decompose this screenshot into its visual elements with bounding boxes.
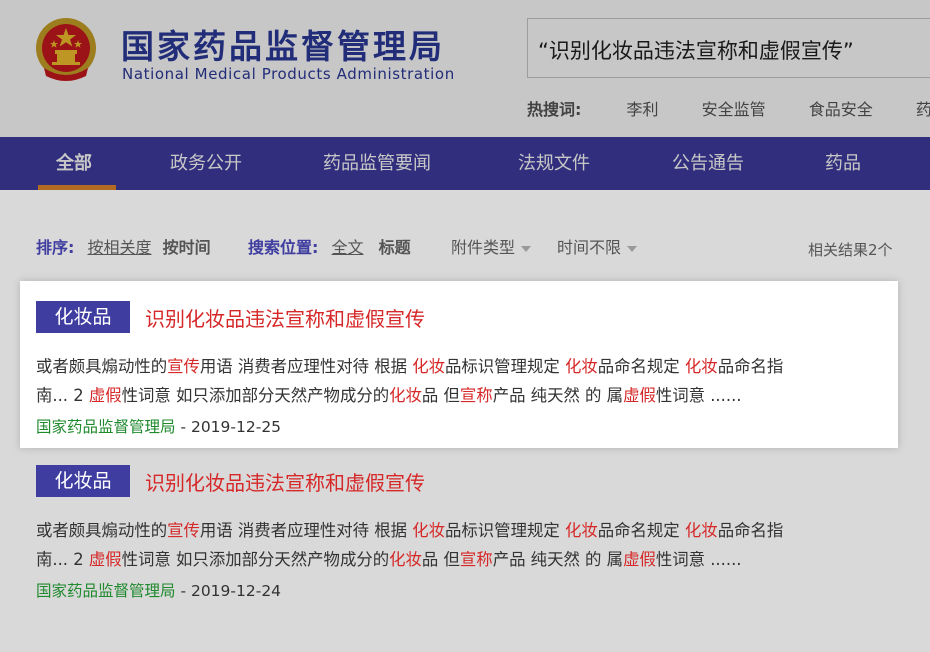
search-input[interactable]: “识别化妆品违法宣称和虚假宣传” bbox=[527, 18, 930, 78]
result-date: - 2019-12-24 bbox=[175, 582, 282, 600]
snippet-text: 南... 2 bbox=[36, 386, 89, 405]
keyword-highlight: 化妆 bbox=[684, 521, 718, 540]
hot-word-link[interactable]: 药品 bbox=[916, 100, 930, 119]
snippet-text: 品标识管理规定 bbox=[445, 521, 565, 540]
snippet-text: 产品 纯天然 的 属 bbox=[492, 550, 624, 569]
snippet-text: 性词意 如只添加部分天然产物成分的 bbox=[121, 550, 390, 569]
keyword-highlight: 虚假 bbox=[623, 550, 656, 569]
site-header: 国家药品监督管理局 National Medical Products Admi… bbox=[0, 0, 930, 137]
search-position-label: 搜索位置: bbox=[248, 238, 319, 257]
keyword-highlight: 虚假 bbox=[88, 386, 122, 405]
result-meta: 国家药品监督管理局 - 2019-12-25 bbox=[36, 415, 281, 437]
attachment-type-dropdown[interactable]: 附件类型 bbox=[451, 234, 532, 258]
search-result-card: 化妆品 识别化妆品违法宣称和虚假宣传 或者颇具煽动性的宣传用语 消费者应理性对待… bbox=[20, 281, 898, 448]
national-emblem-icon bbox=[36, 18, 96, 81]
site-title[interactable]: 国家药品监督管理局 bbox=[121, 20, 445, 68]
nav-tab-all[interactable]: 全部 bbox=[56, 137, 92, 190]
keyword-highlight: 化妆 bbox=[684, 357, 718, 376]
keyword-highlight: 宣称 bbox=[459, 386, 493, 405]
keyword-highlight: 化妆 bbox=[389, 550, 422, 569]
result-snippet-line: 南... 2 虚假性词意 如只添加部分天然产物成分的化妆品 但宣称产品 纯天然 … bbox=[36, 381, 742, 410]
nav-tab-announcements[interactable]: 公告通告 bbox=[672, 137, 744, 190]
sort-by-time[interactable]: 按时间 bbox=[163, 238, 211, 257]
snippet-text: 性词意 ...... bbox=[655, 386, 742, 405]
position-title[interactable]: 标题 bbox=[379, 238, 411, 257]
snippet-text: 品命名规定 bbox=[597, 357, 685, 376]
nav-tab-regulations[interactable]: 法规文件 bbox=[518, 137, 590, 190]
sort-filter: 排序: 按相关度 按时间 bbox=[36, 234, 211, 258]
keyword-highlight: 虚假 bbox=[88, 550, 122, 569]
snippet-text: 南... 2 bbox=[36, 550, 89, 569]
keyword-highlight: 宣传 bbox=[167, 357, 200, 376]
snippet-text: 品命名指 bbox=[717, 521, 784, 540]
attachment-type-label: 附件类型 bbox=[451, 238, 516, 257]
sort-label: 排序: bbox=[36, 238, 75, 257]
snippet-text: 性词意 ...... bbox=[655, 550, 742, 569]
keyword-highlight: 虚假 bbox=[623, 386, 656, 405]
nav-tab-drugs[interactable]: 药品 bbox=[825, 137, 861, 190]
result-source[interactable]: 国家药品监督管理局 bbox=[36, 418, 176, 436]
result-count: 相关结果2个 bbox=[808, 241, 893, 259]
hot-word-link[interactable]: 李利 bbox=[627, 100, 659, 119]
search-result-card: 化妆品 识别化妆品违法宣称和虚假宣传 或者颇具煽动性的宣传用语 消费者应理性对待… bbox=[20, 448, 898, 608]
keyword-highlight: 宣传 bbox=[167, 521, 200, 540]
snippet-text: 用语 消费者应理性对待 根据 bbox=[199, 357, 413, 376]
hot-word-link[interactable]: 食品安全 bbox=[809, 100, 873, 119]
result-date: - 2019-12-25 bbox=[175, 418, 282, 436]
main-nav: 全部 政务公开 药品监管要闻 法规文件 公告通告 药品 bbox=[0, 137, 930, 190]
position-full-text[interactable]: 全文 bbox=[332, 238, 364, 257]
result-meta: 国家药品监督管理局 - 2019-12-24 bbox=[36, 579, 281, 601]
keyword-highlight: 化妆 bbox=[412, 357, 446, 376]
nav-tab-drug-news[interactable]: 药品监管要闻 bbox=[323, 137, 431, 190]
keyword-highlight: 化妆 bbox=[564, 357, 598, 376]
snippet-text: 产品 纯天然 的 属 bbox=[492, 386, 624, 405]
sort-by-relevance[interactable]: 按相关度 bbox=[88, 238, 152, 257]
snippet-text: 用语 消费者应理性对待 根据 bbox=[199, 521, 413, 540]
time-range-dropdown[interactable]: 时间不限 bbox=[557, 234, 638, 258]
hot-search-words: 热搜词: 李利 安全监管 食品安全 药品 bbox=[527, 96, 930, 120]
snippet-text: 品 但 bbox=[421, 550, 460, 569]
keyword-highlight: 宣称 bbox=[459, 550, 493, 569]
keyword-highlight: 化妆 bbox=[564, 521, 598, 540]
snippet-text: 品 但 bbox=[421, 386, 460, 405]
keyword-highlight: 化妆 bbox=[412, 521, 446, 540]
result-title-link[interactable]: 识别化妆品违法宣称和虚假宣传 bbox=[145, 467, 425, 496]
keyword-highlight: 化妆 bbox=[389, 386, 422, 405]
search-position-filter: 搜索位置: 全文 标题 bbox=[248, 234, 411, 258]
snippet-text: 或者颇具煽动性的 bbox=[36, 357, 168, 376]
snippet-text: 或者颇具煽动性的 bbox=[36, 521, 168, 540]
snippet-text: 品命名指 bbox=[717, 357, 784, 376]
time-range-label: 时间不限 bbox=[557, 238, 622, 257]
snippet-text: 品命名规定 bbox=[597, 521, 685, 540]
result-snippet-line: 南... 2 虚假性词意 如只添加部分天然产物成分的化妆品 但宣称产品 纯天然 … bbox=[36, 545, 742, 574]
caret-down-icon bbox=[521, 245, 532, 252]
result-snippet-line: 或者颇具煽动性的宣传用语 消费者应理性对待 根据 化妆品标识管理规定 化妆品命名… bbox=[36, 352, 783, 381]
category-tag: 化妆品 bbox=[36, 301, 130, 333]
result-title-link[interactable]: 识别化妆品违法宣称和虚假宣传 bbox=[145, 303, 425, 332]
category-tag: 化妆品 bbox=[36, 465, 130, 497]
result-source[interactable]: 国家药品监督管理局 bbox=[36, 582, 176, 600]
nav-tab-government-affairs[interactable]: 政务公开 bbox=[170, 137, 242, 190]
hot-search-label: 热搜词: bbox=[527, 100, 582, 119]
caret-down-icon bbox=[627, 245, 638, 252]
hot-word-link[interactable]: 安全监管 bbox=[702, 100, 766, 119]
snippet-text: 性词意 如只添加部分天然产物成分的 bbox=[121, 386, 390, 405]
result-snippet-line: 或者颇具煽动性的宣传用语 消费者应理性对待 根据 化妆品标识管理规定 化妆品命名… bbox=[36, 516, 783, 545]
snippet-text: 品标识管理规定 bbox=[445, 357, 565, 376]
site-subtitle: National Medical Products Administration bbox=[122, 65, 455, 83]
